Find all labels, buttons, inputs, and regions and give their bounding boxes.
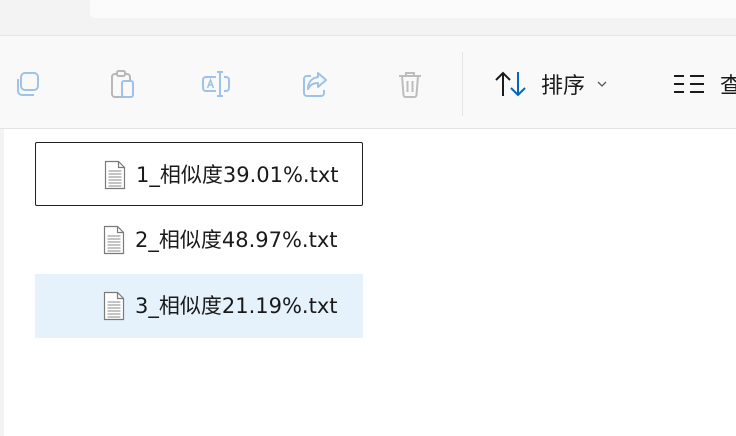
file-item[interactable]: 1_相似度39.01%.txt <box>35 142 363 206</box>
view-list-icon <box>674 75 704 93</box>
rename-button[interactable] <box>198 66 234 102</box>
view-label: 查 <box>720 74 736 99</box>
address-box[interactable] <box>90 0 736 18</box>
sort-button[interactable]: 排序 <box>494 66 607 102</box>
delete-button[interactable] <box>392 66 428 102</box>
file-item[interactable]: 3_相似度21.19%.txt <box>35 274 363 338</box>
sort-label: 排序 <box>541 74 586 99</box>
address-bar-area <box>0 0 736 36</box>
toolbar-divider <box>0 128 736 129</box>
text-file-icon <box>103 291 125 321</box>
copy-icon <box>17 72 39 96</box>
command-bar: 排序 查 <box>0 36 736 128</box>
toolbar-separator <box>462 52 463 116</box>
view-button[interactable]: 查 <box>672 66 736 102</box>
file-name: 1_相似度39.01%.txt <box>136 163 339 187</box>
sort-arrows-icon <box>495 71 526 97</box>
text-file-icon <box>103 225 125 255</box>
file-name: 3_相似度21.19%.txt <box>135 294 338 318</box>
paste-icon <box>111 70 134 98</box>
chevron-down-icon <box>597 81 607 87</box>
text-file-icon <box>104 160 126 190</box>
share-icon <box>303 72 327 97</box>
file-item[interactable]: 2_相似度48.97%.txt <box>35 208 363 272</box>
navigation-pane-edge <box>0 129 4 436</box>
trash-icon <box>399 72 421 98</box>
copy-button[interactable] <box>10 66 46 102</box>
file-name: 2_相似度48.97%.txt <box>135 228 338 252</box>
paste-button[interactable] <box>105 66 141 102</box>
share-button[interactable] <box>297 66 333 102</box>
rename-icon <box>202 71 230 97</box>
